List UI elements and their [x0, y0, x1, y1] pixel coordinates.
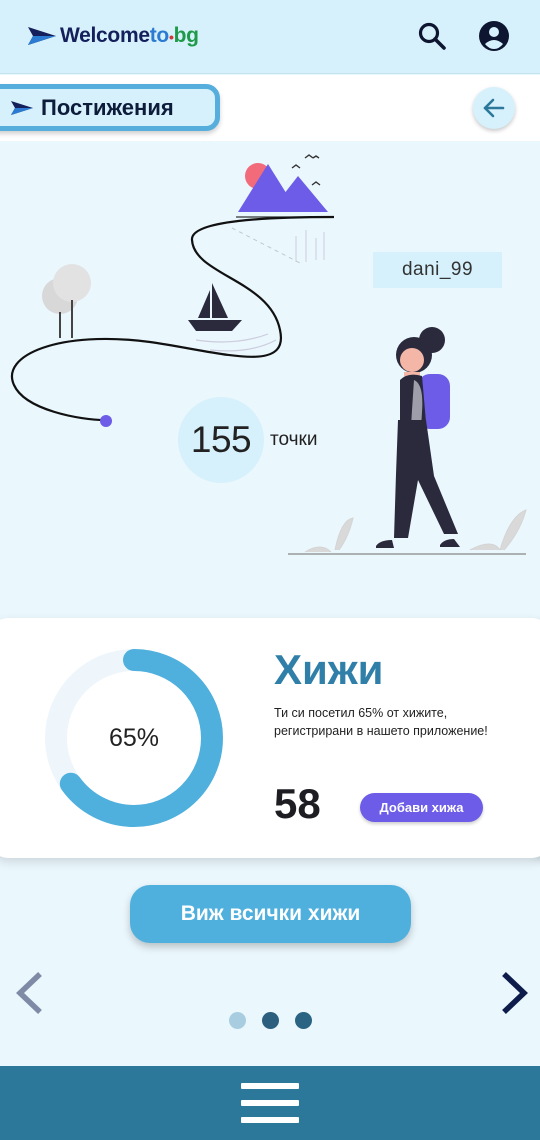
arrow-left-icon [483, 98, 505, 118]
chevron-left-icon[interactable] [14, 970, 46, 1016]
carousel-dot[interactable] [229, 1012, 246, 1029]
card-description: Ти си посетил 65% от хижите, регистриран… [274, 706, 488, 738]
page-title: Постижения [0, 84, 220, 131]
points-label: точки [270, 429, 318, 450]
progress-percent: 65% [108, 723, 160, 752]
chevron-right-icon[interactable] [498, 970, 530, 1016]
username-label: dani_99 [373, 252, 502, 288]
view-all-huts-button[interactable]: Виж всички хижи [130, 885, 411, 943]
points-badge: 155 [178, 397, 264, 483]
search-icon[interactable] [416, 20, 448, 52]
paper-plane-icon [28, 27, 56, 45]
points-value: 155 [190, 419, 252, 460]
app-header: Welcometo•bg [0, 0, 540, 74]
huts-count: 58 [274, 780, 321, 827]
menu-icon[interactable] [241, 1083, 299, 1123]
account-circle-icon[interactable] [478, 20, 510, 52]
paper-plane-icon [11, 100, 33, 115]
carousel-dot[interactable] [262, 1012, 279, 1029]
card-title: Хижи [274, 646, 384, 693]
logo-text: Welcometo•bg [60, 24, 199, 47]
carousel-dot[interactable] [295, 1012, 312, 1029]
back-button[interactable] [473, 87, 515, 129]
page-title-text: Постижения [41, 94, 174, 120]
journey-illustration [11, 154, 527, 555]
add-hut-button[interactable]: Добави хижа [360, 793, 483, 822]
app-logo[interactable]: Welcometo•bg [28, 24, 199, 48]
carousel-pagination [229, 1012, 312, 1029]
page-title-bar: Постижения [0, 75, 540, 141]
huts-progress-card: 65% Хижи Ти си посетил 65% от хижите, ре… [0, 618, 540, 858]
bottom-navigation [0, 1066, 540, 1140]
